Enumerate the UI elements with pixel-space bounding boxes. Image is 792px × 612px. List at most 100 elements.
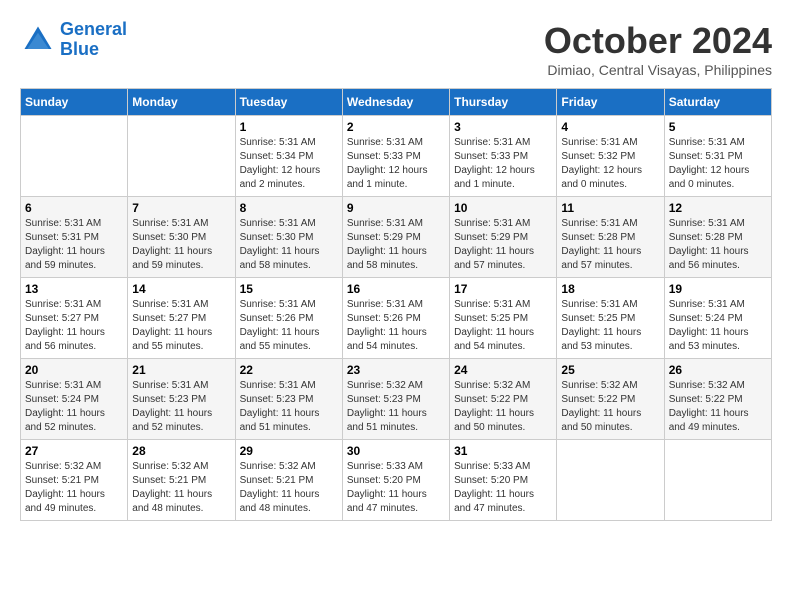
calendar-cell: 19 Sunrise: 5:31 AM Sunset: 5:24 PM Dayli…: [664, 278, 771, 359]
day-number: 24: [454, 363, 552, 377]
calendar-cell: 4Sunrise: 5:31 AM Sunset: 5:32 PM Daylig…: [557, 116, 664, 197]
calendar-cell: 10 Sunrise: 5:31 AM Sunset: 5:29 PM Dayli…: [450, 197, 557, 278]
calendar-cell: [557, 440, 664, 521]
day-number: 2: [347, 120, 445, 134]
calendar-cell: 30 Sunrise: 5:33 AM Sunset: 5:20 PM Dayli…: [342, 440, 449, 521]
day-info: Sunrise: 5:32 AM Sunset: 5:23 PM Dayligh…: [347, 379, 445, 435]
day-number: 7: [132, 201, 230, 215]
calendar-cell: 29 Sunrise: 5:32 AM Sunset: 5:21 PM Dayli…: [235, 440, 342, 521]
day-number: 17: [454, 282, 552, 296]
calendar-cell: 31Sunrise: 5:33 AM Sunset: 5:20 PM Dayli…: [450, 440, 557, 521]
weekday-header: Wednesday: [342, 89, 449, 116]
day-info: Sunrise: 5:31 AM Sunset: 5:26 PM Dayligh…: [240, 298, 338, 354]
day-number: 18: [561, 282, 659, 296]
day-number: 20: [25, 363, 123, 377]
day-info: Sunrise: 5:32 AM Sunset: 5:22 PM Dayligh…: [454, 379, 552, 435]
day-number: 12: [669, 201, 767, 215]
calendar-cell: 3Sunrise: 5:31 AM Sunset: 5:33 PM Daylig…: [450, 116, 557, 197]
calendar-cell: [664, 440, 771, 521]
calendar-week-row: 6Sunrise: 5:31 AM Sunset: 5:31 PM Daylig…: [21, 197, 772, 278]
weekday-header: Thursday: [450, 89, 557, 116]
calendar-cell: 24 Sunrise: 5:32 AM Sunset: 5:22 PM Dayli…: [450, 359, 557, 440]
calendar-cell: 28 Sunrise: 5:32 AM Sunset: 5:21 PM Dayli…: [128, 440, 235, 521]
day-info: Sunrise: 5:31 AM Sunset: 5:25 PM Dayligh…: [561, 298, 659, 354]
day-number: 10: [454, 201, 552, 215]
calendar-cell: 20Sunrise: 5:31 AM Sunset: 5:24 PM Dayli…: [21, 359, 128, 440]
day-number: 30: [347, 444, 445, 458]
logo-line1: General: [60, 19, 127, 39]
day-info: Sunrise: 5:31 AM Sunset: 5:23 PM Dayligh…: [132, 379, 230, 435]
day-info: Sunrise: 5:31 AM Sunset: 5:33 PM Dayligh…: [347, 136, 445, 192]
calendar-cell: 8 Sunrise: 5:31 AM Sunset: 5:30 PM Daylig…: [235, 197, 342, 278]
calendar-cell: 5 Sunrise: 5:31 AM Sunset: 5:31 PM Daylig…: [664, 116, 771, 197]
day-number: 8: [240, 201, 338, 215]
calendar-week-row: 27 Sunrise: 5:32 AM Sunset: 5:21 PM Dayli…: [21, 440, 772, 521]
day-number: 14: [132, 282, 230, 296]
logo-icon: [20, 22, 56, 58]
day-info: Sunrise: 5:33 AM Sunset: 5:20 PM Dayligh…: [454, 460, 552, 516]
day-info: Sunrise: 5:31 AM Sunset: 5:29 PM Dayligh…: [347, 217, 445, 273]
calendar-header-row: SundayMondayTuesdayWednesdayThursdayFrid…: [21, 89, 772, 116]
calendar-table: SundayMondayTuesdayWednesdayThursdayFrid…: [20, 88, 772, 521]
day-info: Sunrise: 5:32 AM Sunset: 5:21 PM Dayligh…: [240, 460, 338, 516]
month-title: October 2024: [544, 20, 772, 62]
day-number: 28: [132, 444, 230, 458]
day-info: Sunrise: 5:31 AM Sunset: 5:30 PM Dayligh…: [132, 217, 230, 273]
day-number: 22: [240, 363, 338, 377]
day-info: Sunrise: 5:31 AM Sunset: 5:30 PM Dayligh…: [240, 217, 338, 273]
calendar-cell: 12 Sunrise: 5:31 AM Sunset: 5:28 PM Dayli…: [664, 197, 771, 278]
day-number: 19: [669, 282, 767, 296]
calendar-week-row: 1 Sunrise: 5:31 AM Sunset: 5:34 PM Daylig…: [21, 116, 772, 197]
day-info: Sunrise: 5:33 AM Sunset: 5:20 PM Dayligh…: [347, 460, 445, 516]
calendar-cell: 18 Sunrise: 5:31 AM Sunset: 5:25 PM Dayli…: [557, 278, 664, 359]
day-number: 29: [240, 444, 338, 458]
weekday-header: Tuesday: [235, 89, 342, 116]
calendar-cell: 11Sunrise: 5:31 AM Sunset: 5:28 PM Dayli…: [557, 197, 664, 278]
day-info: Sunrise: 5:31 AM Sunset: 5:31 PM Dayligh…: [669, 136, 767, 192]
day-info: Sunrise: 5:31 AM Sunset: 5:24 PM Dayligh…: [669, 298, 767, 354]
day-number: 25: [561, 363, 659, 377]
day-number: 23: [347, 363, 445, 377]
day-info: Sunrise: 5:31 AM Sunset: 5:34 PM Dayligh…: [240, 136, 338, 192]
day-number: 15: [240, 282, 338, 296]
day-info: Sunrise: 5:31 AM Sunset: 5:32 PM Dayligh…: [561, 136, 659, 192]
calendar-cell: 13 Sunrise: 5:31 AM Sunset: 5:27 PM Dayli…: [21, 278, 128, 359]
logo-text: General Blue: [60, 20, 127, 60]
day-info: Sunrise: 5:31 AM Sunset: 5:28 PM Dayligh…: [669, 217, 767, 273]
calendar-cell: 27 Sunrise: 5:32 AM Sunset: 5:21 PM Dayli…: [21, 440, 128, 521]
day-number: 9: [347, 201, 445, 215]
calendar-cell: 23 Sunrise: 5:32 AM Sunset: 5:23 PM Dayli…: [342, 359, 449, 440]
day-info: Sunrise: 5:31 AM Sunset: 5:27 PM Dayligh…: [25, 298, 123, 354]
calendar-cell: 1 Sunrise: 5:31 AM Sunset: 5:34 PM Daylig…: [235, 116, 342, 197]
weekday-header: Sunday: [21, 89, 128, 116]
calendar-cell: 7 Sunrise: 5:31 AM Sunset: 5:30 PM Daylig…: [128, 197, 235, 278]
day-number: 27: [25, 444, 123, 458]
day-number: 6: [25, 201, 123, 215]
day-info: Sunrise: 5:31 AM Sunset: 5:26 PM Dayligh…: [347, 298, 445, 354]
day-info: Sunrise: 5:31 AM Sunset: 5:23 PM Dayligh…: [240, 379, 338, 435]
calendar-cell: 14Sunrise: 5:31 AM Sunset: 5:27 PM Dayli…: [128, 278, 235, 359]
day-info: Sunrise: 5:32 AM Sunset: 5:21 PM Dayligh…: [132, 460, 230, 516]
calendar-cell: 21 Sunrise: 5:31 AM Sunset: 5:23 PM Dayli…: [128, 359, 235, 440]
weekday-header: Monday: [128, 89, 235, 116]
weekday-header: Friday: [557, 89, 664, 116]
day-info: Sunrise: 5:32 AM Sunset: 5:22 PM Dayligh…: [669, 379, 767, 435]
title-block: October 2024 Dimiao, Central Visayas, Ph…: [544, 20, 772, 78]
day-number: 16: [347, 282, 445, 296]
calendar-cell: 17Sunrise: 5:31 AM Sunset: 5:25 PM Dayli…: [450, 278, 557, 359]
day-number: 13: [25, 282, 123, 296]
day-info: Sunrise: 5:32 AM Sunset: 5:21 PM Dayligh…: [25, 460, 123, 516]
calendar-cell: 16 Sunrise: 5:31 AM Sunset: 5:26 PM Dayli…: [342, 278, 449, 359]
day-info: Sunrise: 5:31 AM Sunset: 5:28 PM Dayligh…: [561, 217, 659, 273]
calendar-week-row: 13 Sunrise: 5:31 AM Sunset: 5:27 PM Dayli…: [21, 278, 772, 359]
weekday-header: Saturday: [664, 89, 771, 116]
day-number: 1: [240, 120, 338, 134]
calendar-cell: 9 Sunrise: 5:31 AM Sunset: 5:29 PM Daylig…: [342, 197, 449, 278]
location-subtitle: Dimiao, Central Visayas, Philippines: [544, 62, 772, 78]
calendar-week-row: 20Sunrise: 5:31 AM Sunset: 5:24 PM Dayli…: [21, 359, 772, 440]
day-info: Sunrise: 5:31 AM Sunset: 5:29 PM Dayligh…: [454, 217, 552, 273]
calendar-cell: 25Sunrise: 5:32 AM Sunset: 5:22 PM Dayli…: [557, 359, 664, 440]
calendar-cell: 15 Sunrise: 5:31 AM Sunset: 5:26 PM Dayli…: [235, 278, 342, 359]
day-number: 21: [132, 363, 230, 377]
day-number: 5: [669, 120, 767, 134]
